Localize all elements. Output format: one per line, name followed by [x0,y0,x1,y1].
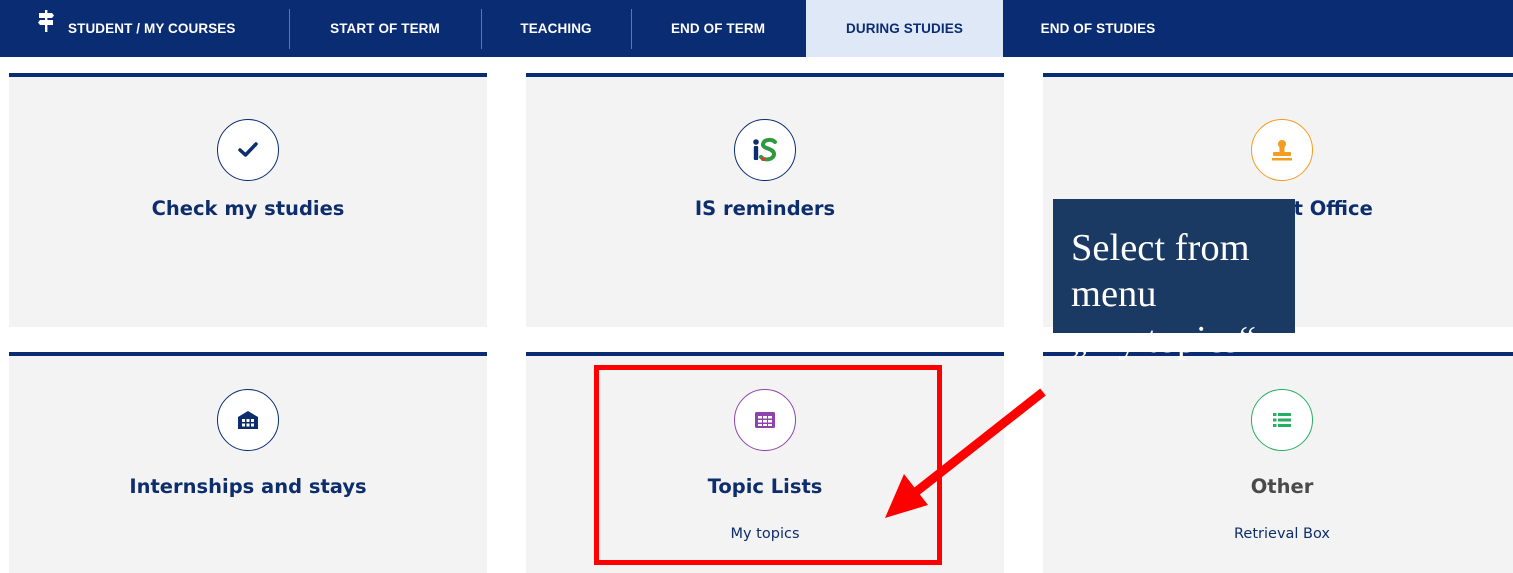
red-arrow-icon [885,388,1046,518]
